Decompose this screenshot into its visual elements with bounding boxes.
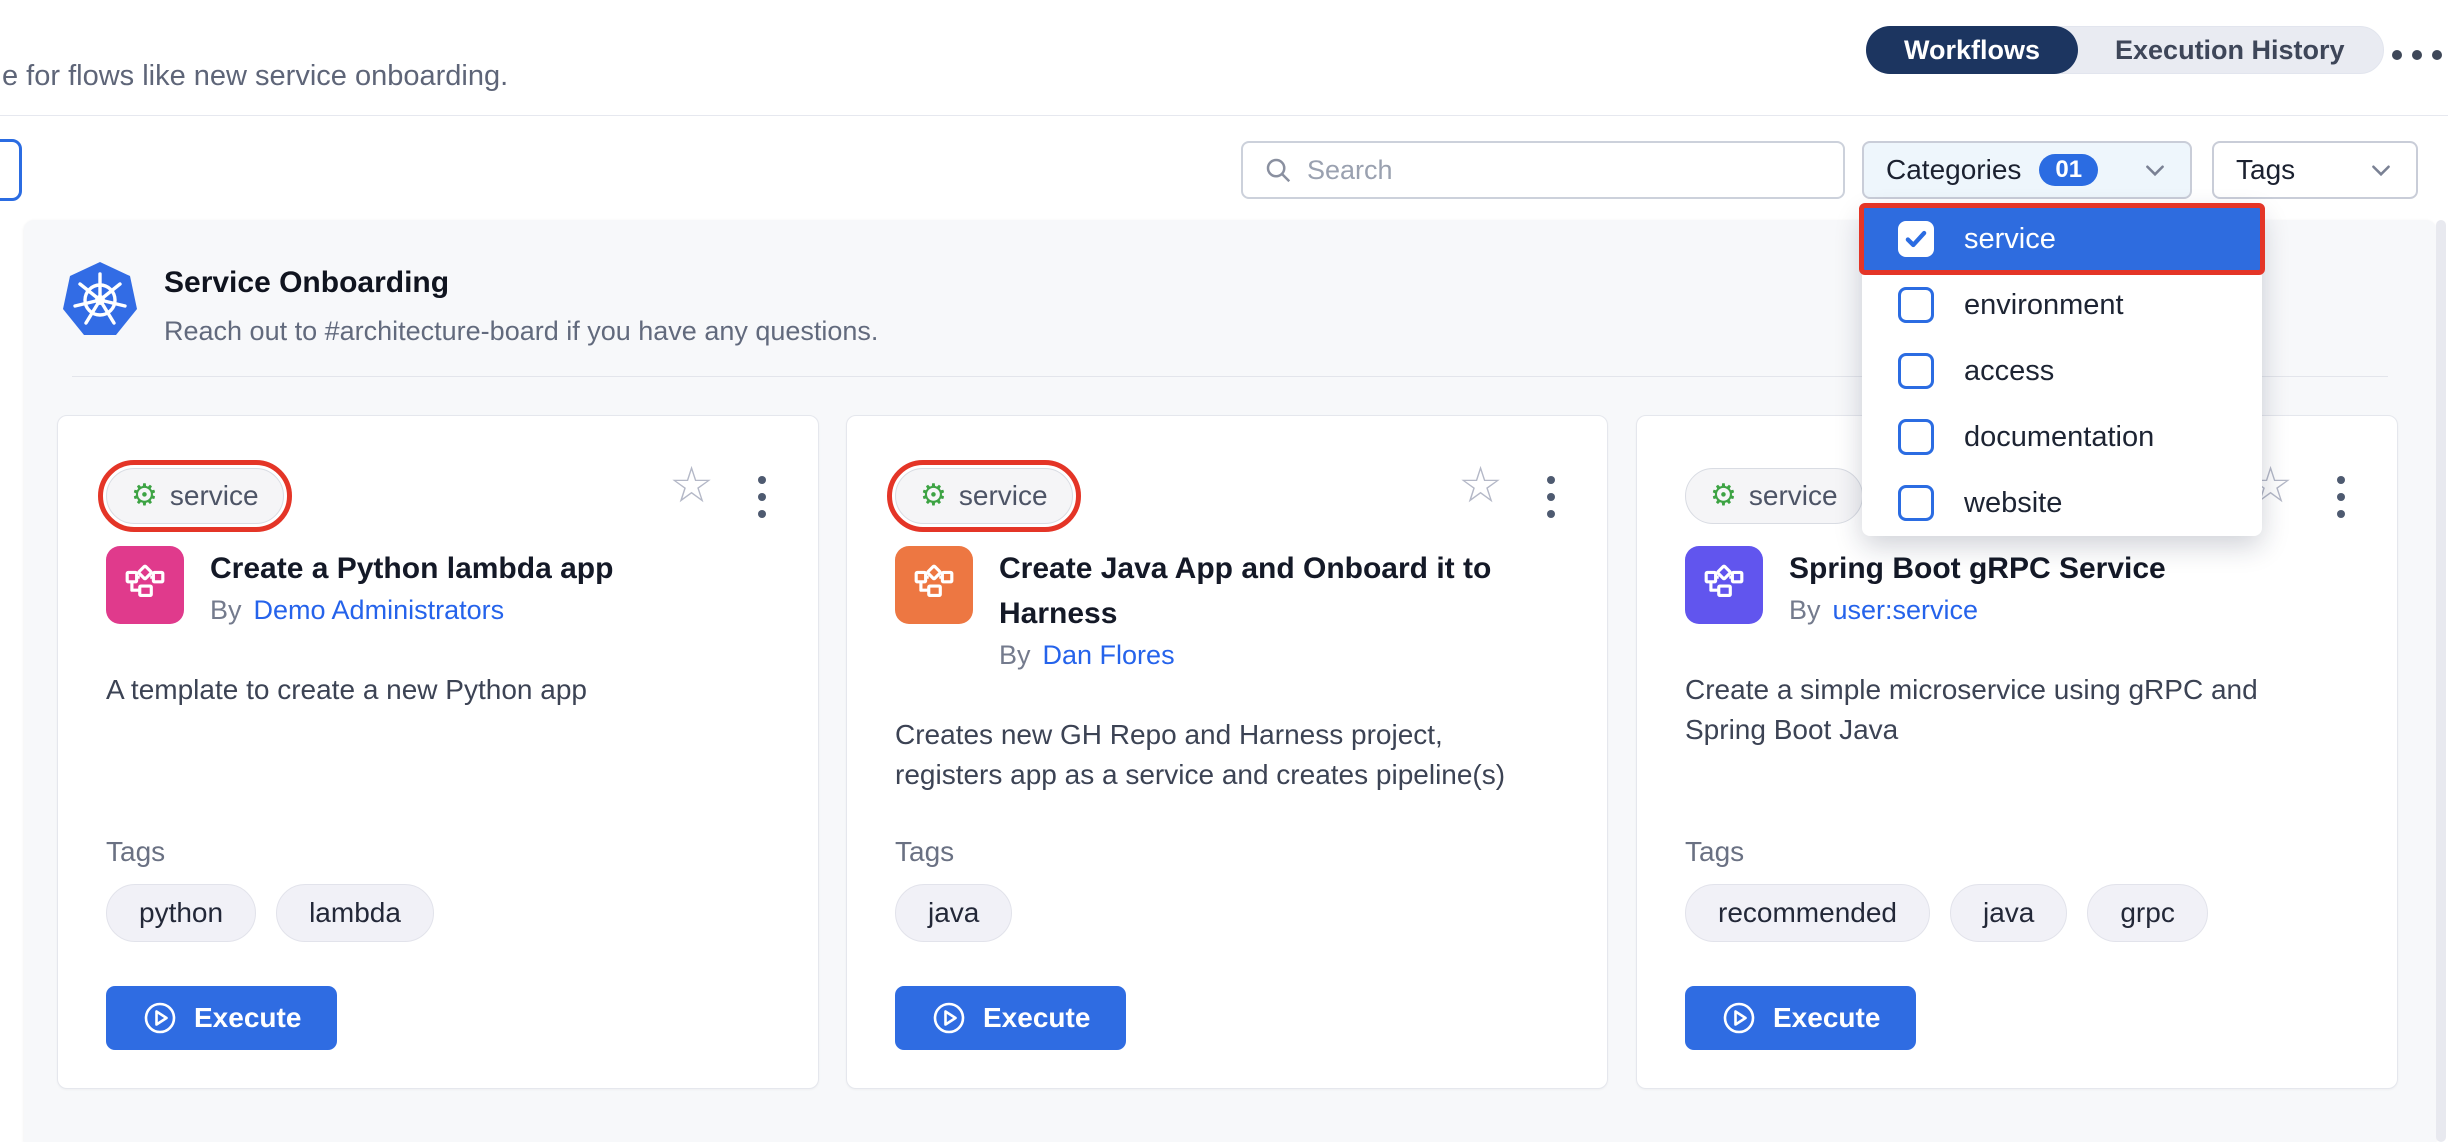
workflow-description: A template to create a new Python app [106, 670, 770, 710]
tags-filter-button[interactable]: Tags [2212, 141, 2418, 199]
tags-section-label: Tags [1685, 836, 1744, 868]
workflow-title: Create Java App and Onboard it to Harnes… [999, 546, 1491, 636]
tag-pill: recommended [1685, 884, 1930, 942]
play-icon [1721, 1000, 1757, 1036]
byline: By user:service [1789, 595, 2166, 626]
workflows-page: e for flows like new service onboarding.… [0, 0, 2448, 1142]
category-chip-wrap: ⚙ service [895, 468, 1073, 524]
tags-label: Tags [2236, 154, 2295, 186]
tab-workflows[interactable]: Workflows [1866, 26, 2078, 74]
workflow-tile-icon [106, 546, 184, 624]
section-subtitle: Reach out to #architecture-board if you … [164, 316, 878, 347]
tags-section-label: Tags [895, 836, 954, 868]
search-box [1241, 141, 1845, 199]
checkbox-checked[interactable] [1898, 221, 1934, 257]
more-options-icon[interactable] [2392, 50, 2442, 60]
kebab-menu-icon[interactable] [2337, 476, 2345, 518]
tag-row: java [895, 884, 1012, 942]
workflow-description: Creates new GH Repo and Harness project,… [895, 715, 1559, 795]
execute-button[interactable]: Execute [895, 986, 1126, 1050]
category-chip: ⚙ service [895, 468, 1073, 524]
vertical-scrollbar[interactable] [2434, 220, 2448, 1142]
play-icon [931, 1000, 967, 1036]
workflow-description: Create a simple microservice using gRPC … [1685, 670, 2349, 750]
checkbox-unchecked[interactable] [1898, 353, 1934, 389]
gear-icon: ⚙ [920, 481, 947, 511]
author-link[interactable]: Dan Flores [1043, 640, 1175, 671]
byline: By Dan Flores [999, 640, 1491, 671]
tag-pill: java [895, 884, 1012, 942]
view-toggle: Workflows Execution History [1866, 26, 2384, 74]
workflow-tile-icon [1685, 546, 1763, 624]
favorite-star-icon[interactable]: ☆ [669, 460, 714, 510]
workflow-card: ⚙ service ☆ [846, 415, 1608, 1089]
kubernetes-icon [60, 260, 140, 345]
dropdown-item-documentation[interactable]: documentation [1862, 404, 2262, 470]
tab-execution-history[interactable]: Execution History [2077, 27, 2383, 73]
tag-row: python lambda [106, 884, 434, 942]
byline: By Demo Administrators [210, 595, 613, 626]
execute-button[interactable]: Execute [1685, 986, 1916, 1050]
dropdown-item-website[interactable]: website [1862, 470, 2262, 536]
kebab-menu-icon[interactable] [758, 476, 766, 518]
category-chip-wrap: ⚙ service [1685, 468, 1863, 524]
tag-pill: grpc [2087, 884, 2207, 942]
checkbox-unchecked[interactable] [1898, 287, 1934, 323]
checkbox-unchecked[interactable] [1898, 485, 1934, 521]
search-icon [1263, 155, 1293, 185]
author-link[interactable]: Demo Administrators [254, 595, 505, 626]
dropdown-item-environment[interactable]: environment [1862, 272, 2262, 338]
dropdown-item-access[interactable]: access [1862, 338, 2262, 404]
favorite-star-icon[interactable]: ☆ [1458, 460, 1503, 510]
categories-label: Categories [1886, 154, 2021, 186]
filters-toolbar: Categories 01 Tags [0, 117, 2448, 220]
page-header: e for flows like new service onboarding.… [0, 0, 2448, 116]
tag-row: recommended java grpc [1685, 884, 2208, 942]
workflow-card: ⚙ service ☆ [57, 415, 819, 1089]
categories-dropdown: service environment access documentation… [1862, 206, 2262, 536]
checkbox-unchecked[interactable] [1898, 419, 1934, 455]
section-title: Service Onboarding [164, 266, 449, 300]
scrollbar-thumb[interactable] [2436, 220, 2446, 1142]
categories-filter-button[interactable]: Categories 01 [1862, 141, 2192, 199]
category-chip-wrap: ⚙ service [106, 468, 284, 524]
categories-count-badge: 01 [2039, 154, 2098, 186]
tag-pill: java [1950, 884, 2067, 942]
gear-icon: ⚙ [131, 481, 158, 511]
page-subtitle-partial: e for flows like new service onboarding. [2, 60, 508, 93]
kebab-menu-icon[interactable] [1547, 476, 1555, 518]
workflow-title: Create a Python lambda app [210, 546, 613, 591]
play-icon [142, 1000, 178, 1036]
tag-pill: lambda [276, 884, 434, 942]
chevron-down-icon [2368, 157, 2394, 183]
category-chip: ⚙ service [106, 468, 284, 524]
author-link[interactable]: user:service [1833, 595, 1979, 626]
gear-icon: ⚙ [1710, 481, 1737, 511]
edge-clipped-button[interactable] [0, 139, 22, 201]
chevron-down-icon [2142, 157, 2168, 183]
search-input[interactable] [1307, 155, 1823, 186]
category-chip: ⚙ service [1685, 468, 1863, 524]
tag-pill: python [106, 884, 256, 942]
tags-section-label: Tags [106, 836, 165, 868]
workflow-tile-icon [895, 546, 973, 624]
workflow-title: Spring Boot gRPC Service [1789, 546, 2166, 591]
dropdown-item-service[interactable]: service [1862, 206, 2262, 272]
execute-button[interactable]: Execute [106, 986, 337, 1050]
